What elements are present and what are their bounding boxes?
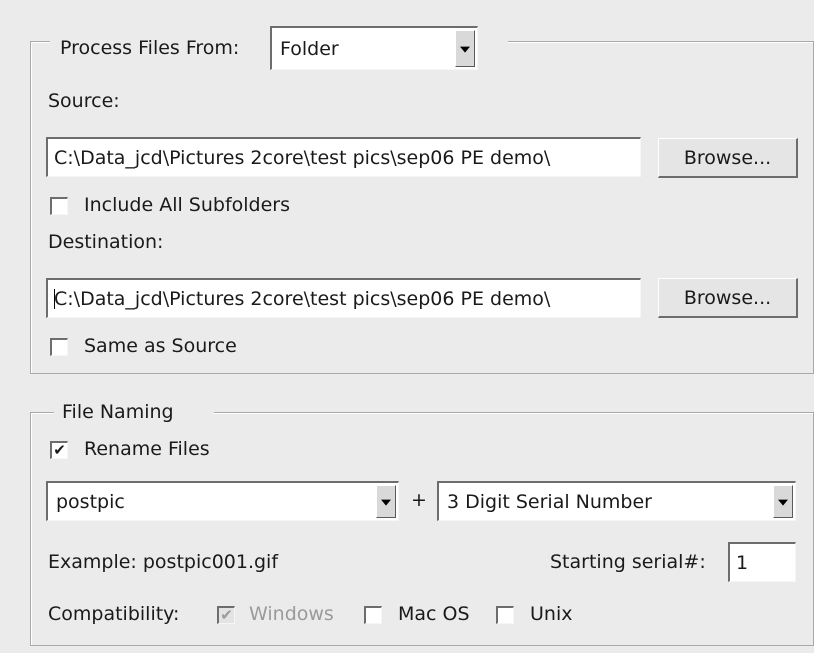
unix-label[interactable]: Unix	[530, 603, 572, 625]
checkmark-icon: ✔	[53, 441, 66, 459]
macos-checkbox[interactable]	[364, 606, 382, 624]
include-subfolders-label[interactable]: Include All Subfolders	[84, 194, 290, 216]
example-text: Example: postpic001.gif	[48, 551, 279, 573]
starting-serial-label: Starting serial#:	[550, 551, 706, 573]
source-path-value: C:\Data_jcd\Pictures 2core\test pics\sep…	[54, 146, 551, 169]
source-browse-button[interactable]: Browse...	[658, 138, 798, 178]
starting-serial-input[interactable]: 1	[728, 542, 796, 582]
chevron-down-icon[interactable]	[376, 485, 396, 518]
starting-serial-value: 1	[736, 551, 749, 574]
name-part-value: postpic	[56, 490, 125, 513]
windows-checkbox: ✔	[217, 606, 235, 624]
destination-browse-button[interactable]: Browse...	[658, 278, 798, 318]
chevron-down-icon[interactable]	[773, 485, 793, 518]
rename-files-checkbox[interactable]: ✔	[50, 441, 68, 459]
source-type-dropdown[interactable]: Folder	[270, 26, 478, 70]
unix-checkbox[interactable]	[496, 606, 514, 624]
source-path-input[interactable]: C:\Data_jcd\Pictures 2core\test pics\sep…	[46, 137, 641, 177]
serial-type-value: 3 Digit Serial Number	[447, 490, 652, 513]
file-naming-label: File Naming	[62, 401, 174, 423]
source-browse-label: Browse...	[683, 146, 772, 169]
chevron-down-icon[interactable]	[455, 30, 475, 67]
source-type-value: Folder	[280, 37, 339, 60]
source-label: Source:	[48, 90, 120, 112]
compatibility-label: Compatibility:	[48, 603, 180, 625]
destination-path-input[interactable]: C:\Data_jcd\Pictures 2core\test pics\sep…	[46, 278, 641, 318]
name-part-dropdown[interactable]: postpic	[46, 481, 399, 521]
include-subfolders-checkbox[interactable]	[50, 197, 68, 215]
destination-path-value: C:\Data_jcd\Pictures 2core\test pics\sep…	[54, 287, 551, 310]
checkmark-icon: ✔	[220, 606, 233, 624]
same-as-source-checkbox[interactable]	[50, 338, 68, 356]
macos-label[interactable]: Mac OS	[398, 603, 470, 625]
serial-type-dropdown[interactable]: 3 Digit Serial Number	[437, 481, 796, 521]
rename-files-label[interactable]: Rename Files	[84, 438, 210, 460]
same-as-source-label[interactable]: Same as Source	[84, 335, 237, 357]
plus-sign: +	[411, 489, 427, 511]
windows-label: Windows	[249, 603, 334, 625]
destination-browse-label: Browse...	[683, 286, 772, 309]
process-files-label: Process Files From:	[60, 37, 240, 59]
destination-label: Destination:	[48, 231, 164, 253]
